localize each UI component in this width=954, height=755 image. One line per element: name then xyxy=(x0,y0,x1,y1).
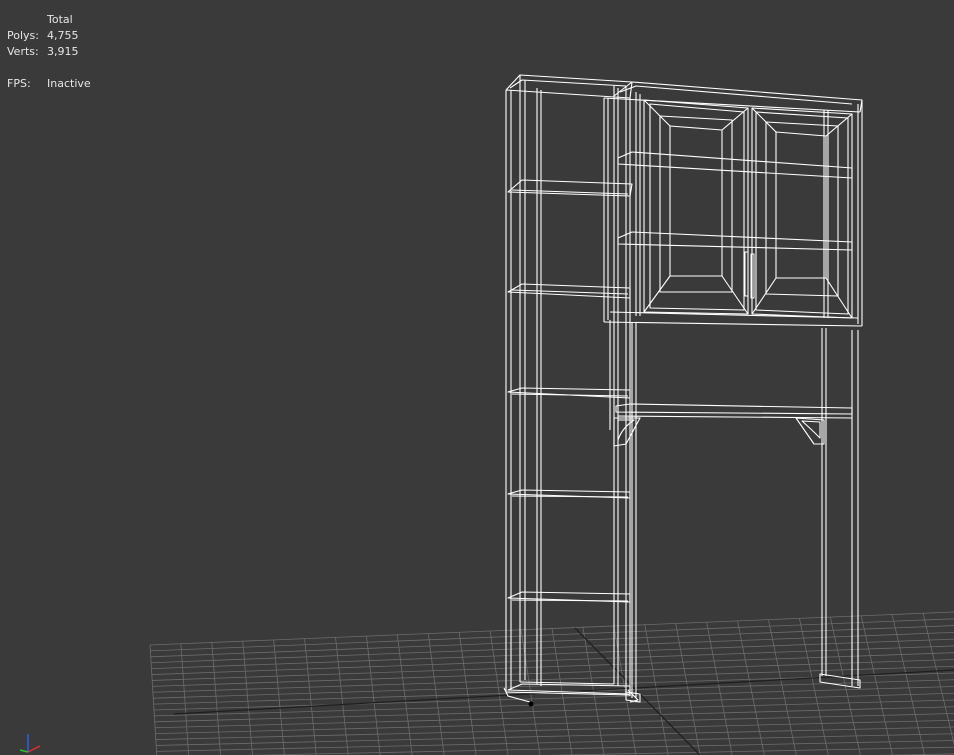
viewport-perspective[interactable]: Total Polys: 4,755 Verts: 3,915 FPS: Ina… xyxy=(0,0,954,755)
xyz-axis-icon xyxy=(19,734,41,753)
